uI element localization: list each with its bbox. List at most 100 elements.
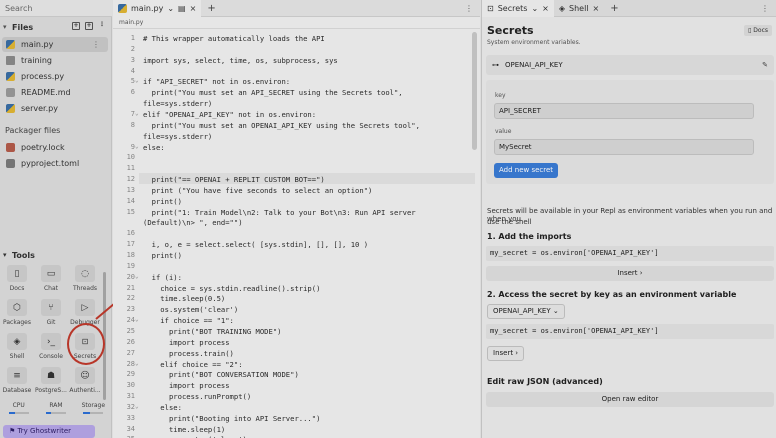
close-icon[interactable]: × xyxy=(190,4,197,13)
fold-icon[interactable]: ⌄ xyxy=(135,403,139,410)
code-line: time.sleep(0.5) xyxy=(143,294,226,304)
toml-file-icon xyxy=(6,159,15,168)
open-raw-editor-button[interactable]: Open raw editor xyxy=(486,392,774,407)
tool-chat[interactable]: ▭ Chat xyxy=(34,265,68,301)
tool-docs[interactable]: ▯ Docs xyxy=(0,265,34,301)
insert-access-button[interactable]: Insert › xyxy=(487,346,525,361)
chat-icon: ▭ xyxy=(41,265,61,282)
line-number: 26 xyxy=(126,337,135,346)
tools-section-header[interactable]: ▾ Tools xyxy=(3,251,35,260)
close-icon[interactable]: × xyxy=(593,4,600,13)
postgres-icon: ☗ xyxy=(41,367,61,384)
edit-icon[interactable]: ✎ xyxy=(762,61,768,69)
tool-shell[interactable]: ◈ Shell xyxy=(0,333,34,369)
code-line: (Default)\n> ", end="") xyxy=(143,218,243,228)
file-item-poetry-lock[interactable]: poetry.lock xyxy=(2,140,108,155)
search-input[interactable]: Search xyxy=(0,0,112,17)
code-line: else: xyxy=(143,402,182,412)
secret-list-item[interactable]: ⊶ OPENAI_API_KEY ✎ xyxy=(486,55,774,75)
fold-icon[interactable]: ⌄ xyxy=(135,110,139,117)
fold-icon[interactable]: ⌄ xyxy=(135,143,139,150)
file-item-main-py[interactable]: main.py ⋮ xyxy=(2,37,108,52)
tool-threads[interactable]: ◌ Threads xyxy=(68,265,102,301)
lock-icon: ⊡ xyxy=(487,3,494,13)
tool-postgresql[interactable]: ☗ PostgreS... xyxy=(34,367,68,403)
chevron-down-icon[interactable]: ⌄ xyxy=(531,4,538,13)
code-line: import sys, select, time, os, subprocess… xyxy=(143,55,338,65)
line-number: 15 xyxy=(126,207,135,216)
line-number: 32 xyxy=(126,402,135,411)
more-icon[interactable]: ⋮ xyxy=(98,22,106,30)
chevron-down-icon: ▾ xyxy=(3,251,7,259)
key-label: key xyxy=(495,92,506,99)
key-input[interactable]: API_SECRET xyxy=(494,103,754,119)
file-item-readme[interactable]: README.md xyxy=(2,85,108,100)
tool-label: Authenti... xyxy=(69,387,101,394)
value-input[interactable]: MySecret xyxy=(494,139,754,155)
ram-meter: RAM xyxy=(37,402,74,424)
line-number: 3 xyxy=(130,55,135,64)
meter-label: RAM xyxy=(49,402,63,409)
import-code[interactable]: my_secret = os.environ['OPENAI_API_KEY'] xyxy=(486,246,774,261)
fold-icon[interactable]: ⌄ xyxy=(135,360,139,367)
tools-header-label: Tools xyxy=(12,251,35,260)
file-item-training[interactable]: training xyxy=(2,53,108,68)
code-line: process.runPrompt() xyxy=(143,392,252,402)
file-item-server-py[interactable]: server.py xyxy=(2,101,108,116)
code-line: if "API_SECRET" not in os.environ: xyxy=(143,77,291,87)
file-item-pyproject[interactable]: pyproject.toml xyxy=(2,156,108,171)
access-code[interactable]: my_secret = os.environ['OPENAI_API_KEY'] xyxy=(486,324,774,339)
line-number: 8 xyxy=(130,120,135,129)
add-tab-icon[interactable]: + xyxy=(604,3,624,14)
shell-icon: ◈ xyxy=(7,333,27,350)
code-line: elif choice == "2": xyxy=(143,359,243,369)
add-new-secret-button[interactable]: Add new secret xyxy=(494,163,559,178)
more-icon[interactable]: ⋮ xyxy=(761,4,769,13)
line-number: 31 xyxy=(126,392,135,401)
chevron-down-icon[interactable]: ⌄ xyxy=(167,4,174,13)
docs-button[interactable]: ▯ Docs xyxy=(744,25,772,36)
line-number: 25 xyxy=(126,326,135,335)
files-section-header[interactable]: ▾ Files + + ⋮ xyxy=(0,20,112,34)
tool-git[interactable]: ⑂ Git xyxy=(34,299,68,335)
editor-scrollbar[interactable] xyxy=(472,32,477,150)
secret-key-select[interactable]: OPENAI_API_KEY ⌄ xyxy=(487,304,565,319)
insert-import-button[interactable]: Insert › xyxy=(486,266,774,281)
code-line: print("BOT TRAINING MODE") xyxy=(143,326,282,336)
tab-main-py[interactable]: main.py ⌄ ▤ × xyxy=(113,0,202,17)
python-file-icon xyxy=(6,72,15,81)
fold-icon[interactable]: ⌄ xyxy=(135,273,139,280)
tool-packages[interactable]: ⬡ Packages xyxy=(0,299,34,335)
line-number: 7 xyxy=(130,109,135,118)
docs-icon: ▯ xyxy=(7,265,27,282)
code-area[interactable]: 1 # This wrapper automatically loads the … xyxy=(113,30,480,438)
tab-secrets[interactable]: ⊡ Secrets ⌄ × xyxy=(482,0,554,17)
more-icon[interactable]: ⋮ xyxy=(465,4,473,13)
file-item-process-py[interactable]: process.py xyxy=(2,69,108,84)
tab-label: Secrets xyxy=(497,3,528,13)
resource-meters: CPU RAM Storage xyxy=(0,402,112,424)
split-icon[interactable]: ▤ xyxy=(178,4,186,13)
fold-icon[interactable]: ⌄ xyxy=(135,316,139,323)
fold-icon[interactable]: ⌄ xyxy=(135,77,139,84)
line-number: 21 xyxy=(126,283,135,292)
docs-label: Docs xyxy=(753,27,768,34)
tab-shell[interactable]: ◈ Shell × xyxy=(554,0,604,17)
line-number: 20 xyxy=(126,272,135,281)
annotation-circle xyxy=(67,323,105,365)
file-menu-icon[interactable]: ⋮ xyxy=(92,40,100,49)
breadcrumb: main.py xyxy=(113,17,480,29)
file-label: training xyxy=(21,56,52,65)
new-file-icon[interactable]: + xyxy=(72,22,80,30)
tool-database[interactable]: ≡ Database xyxy=(0,367,34,403)
tool-authentication[interactable]: ☺ Authenti... xyxy=(68,367,102,403)
code-line: elif "OPENAI_API_KEY" not in os.environ: xyxy=(143,109,317,119)
tool-console[interactable]: ›_ Console xyxy=(34,333,68,369)
new-folder-icon[interactable]: + xyxy=(85,22,93,30)
close-icon[interactable]: × xyxy=(542,4,549,13)
code-line: print ("You have five seconds to select … xyxy=(143,185,373,195)
packages-icon: ⬡ xyxy=(7,299,27,316)
add-tab-icon[interactable]: + xyxy=(201,3,221,14)
code-line: # This wrapper automatically loads the A… xyxy=(143,34,325,43)
try-ghostwriter-button[interactable]: ⚑ Try Ghostwriter xyxy=(3,425,95,438)
